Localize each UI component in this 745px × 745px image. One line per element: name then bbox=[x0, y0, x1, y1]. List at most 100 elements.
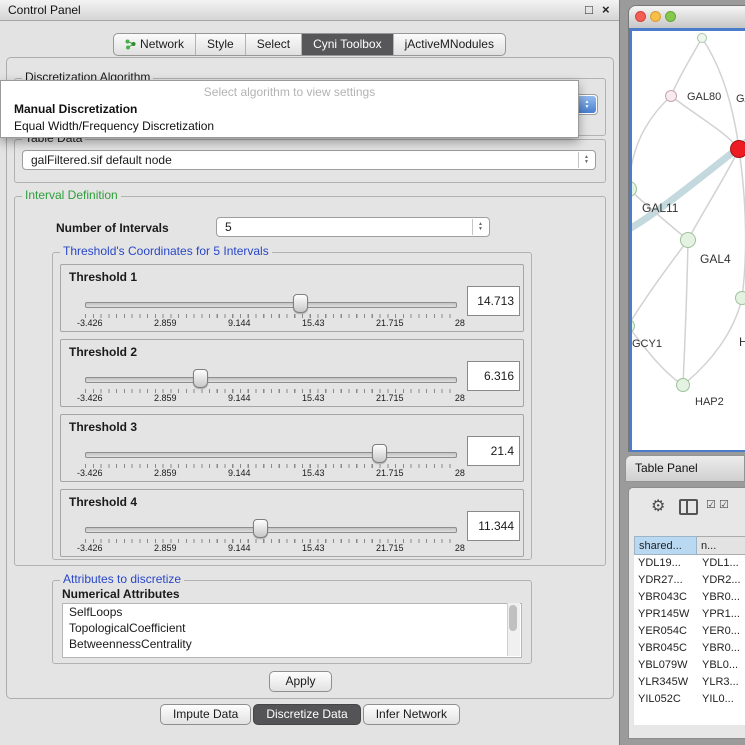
combo-stepper[interactable]: ▲ ▼ bbox=[578, 152, 594, 168]
tab-select[interactable]: Select bbox=[245, 34, 301, 55]
stepper-down-icon: ▼ bbox=[585, 105, 590, 110]
table-row[interactable]: YBR043CYBR0... bbox=[634, 589, 745, 606]
table-row[interactable]: YDL19...YDL1... bbox=[634, 555, 745, 572]
threshold-value-field[interactable]: 11.344 bbox=[467, 511, 520, 541]
control-panel-titlebar: Control Panel □ × bbox=[0, 0, 619, 21]
table-cell: YER0... bbox=[697, 623, 740, 640]
table-cell: YLR345W bbox=[634, 674, 697, 691]
tab-discretize-data[interactable]: Discretize Data bbox=[253, 704, 360, 725]
slider-thumb[interactable] bbox=[253, 519, 268, 538]
attribute-item[interactable]: TopologicalCoefficient bbox=[63, 620, 521, 636]
scale-label: 9.144 bbox=[228, 393, 251, 403]
network-node[interactable] bbox=[697, 33, 707, 43]
tab-cyni-toolbox[interactable]: Cyni Toolbox bbox=[301, 34, 392, 55]
table-cell: YBR0... bbox=[697, 640, 740, 657]
table-cell: YBR0... bbox=[697, 589, 740, 606]
checkbox-icon[interactable]: ☑ bbox=[706, 498, 716, 511]
table-cell: YDR2... bbox=[697, 572, 741, 589]
dropdown-item-equal-width[interactable]: Equal Width/Frequency Discretization bbox=[14, 119, 214, 133]
network-node[interactable] bbox=[735, 291, 745, 305]
table-header: shared... n... bbox=[634, 536, 745, 555]
slider-scale: -3.4262.8599.14415.4321.71528 bbox=[77, 543, 465, 553]
scrollbar-thumb[interactable] bbox=[509, 605, 517, 631]
slider-track[interactable] bbox=[85, 452, 457, 458]
threshold-value-field[interactable]: 6.316 bbox=[467, 361, 520, 391]
threshold-slider[interactable] bbox=[85, 519, 457, 537]
attribute-item[interactable]: SelfLoops bbox=[63, 604, 521, 620]
threshold-value-field[interactable]: 14.713 bbox=[467, 286, 520, 316]
scale-label: 15.43 bbox=[302, 543, 325, 553]
gear-icon[interactable]: ⚙ bbox=[651, 496, 665, 516]
number-of-intervals-label: Number of Intervals bbox=[56, 221, 169, 235]
close-icon[interactable]: × bbox=[602, 0, 610, 20]
zoom-traffic-light[interactable] bbox=[665, 11, 676, 22]
scale-label: 28 bbox=[455, 543, 465, 553]
tab-impute-data[interactable]: Impute Data bbox=[160, 704, 251, 725]
minimize-traffic-light[interactable] bbox=[650, 11, 661, 22]
threshold-slider[interactable] bbox=[85, 369, 457, 387]
checkbox-icon[interactable]: ☑ bbox=[719, 498, 729, 511]
columns-icon[interactable] bbox=[679, 499, 698, 515]
slider-thumb[interactable] bbox=[372, 444, 387, 463]
threshold-value-field[interactable]: 21.4 bbox=[467, 436, 520, 466]
close-traffic-light[interactable] bbox=[635, 11, 646, 22]
table-row[interactable]: YDR27...YDR2... bbox=[634, 572, 745, 589]
dropdown-item-manual[interactable]: Manual Discretization bbox=[14, 102, 137, 116]
interval-definition-group-title: Interval Definition bbox=[22, 189, 121, 202]
control-panel-window: Control Panel □ × Network Style Select C… bbox=[0, 0, 620, 745]
network-node[interactable] bbox=[665, 90, 677, 102]
scale-label: 2.859 bbox=[154, 468, 177, 478]
algorithm-dropdown: Select algorithm to view settings Manual… bbox=[0, 80, 579, 138]
network-view-frame: GAL80GAGAL11GAL4HGCY1HAP2 bbox=[629, 28, 745, 452]
tab-infer-network[interactable]: Infer Network bbox=[363, 704, 460, 725]
scale-label: 15.43 bbox=[302, 393, 325, 403]
threshold-slider[interactable] bbox=[85, 444, 457, 462]
network-node[interactable] bbox=[680, 232, 696, 248]
network-node[interactable] bbox=[676, 378, 690, 392]
combo-stepper[interactable]: ▲ ▼ bbox=[472, 219, 488, 235]
tab-style[interactable]: Style bbox=[195, 34, 245, 55]
column-header-shared-name[interactable]: shared... bbox=[634, 536, 697, 555]
tab-jactivemnodules[interactable]: jActiveMNodules bbox=[393, 34, 505, 55]
table-cell: YBL079W bbox=[634, 657, 697, 674]
scale-label: 28 bbox=[455, 393, 465, 403]
apply-button[interactable]: Apply bbox=[269, 671, 332, 692]
scale-label: 28 bbox=[455, 468, 465, 478]
slider-scale: -3.4262.8599.14415.4321.71528 bbox=[77, 393, 465, 403]
float-window-icon[interactable]: □ bbox=[585, 0, 593, 20]
combo-stepper[interactable]: ▲ ▼ bbox=[578, 96, 596, 113]
scale-label: 2.859 bbox=[154, 318, 177, 328]
threshold-slider[interactable] bbox=[85, 294, 457, 312]
table-row[interactable]: YER054CYER0... bbox=[634, 623, 745, 640]
network-node[interactable] bbox=[730, 140, 745, 158]
table-row[interactable]: YBL079WYBL0... bbox=[634, 657, 745, 674]
table-row[interactable]: YPR145WYPR1... bbox=[634, 606, 745, 623]
table-row[interactable]: YIL052CYIL0... bbox=[634, 691, 745, 708]
number-of-intervals-combo[interactable]: 5 ▲ ▼ bbox=[216, 217, 490, 237]
table-data-combo[interactable]: galFiltered.sif default node ▲ ▼ bbox=[22, 150, 596, 170]
threshold-panel: Threshold 2 -3.4262.8599.14415.4321.7152… bbox=[60, 339, 524, 407]
table-row[interactable]: YLR345WYLR3... bbox=[634, 674, 745, 691]
dropdown-placeholder: Select algorithm to view settings bbox=[1, 85, 578, 99]
tab-network[interactable]: Network bbox=[114, 34, 195, 55]
numerical-attributes-list: SelfLoopsTopologicalCoefficientBetweenne… bbox=[62, 603, 522, 658]
slider-track[interactable] bbox=[85, 377, 457, 383]
numerical-attributes-label: Numerical Attributes bbox=[62, 587, 180, 601]
list-scrollbar[interactable] bbox=[507, 603, 520, 656]
table-row[interactable]: YBR045CYBR0... bbox=[634, 640, 745, 657]
bottom-tabbar: Impute Data Discretize Data Infer Networ… bbox=[0, 704, 620, 725]
attribute-item[interactable]: BetweennessCentrality bbox=[63, 636, 521, 652]
column-header-name[interactable]: n... bbox=[697, 536, 745, 555]
scale-label: 9.144 bbox=[228, 468, 251, 478]
table-panel-title: Table Panel bbox=[635, 456, 698, 481]
slider-track[interactable] bbox=[85, 302, 457, 308]
scale-label: -3.426 bbox=[77, 393, 103, 403]
network-canvas[interactable]: GAL80GAGAL11GAL4HGCY1HAP2 bbox=[632, 31, 745, 450]
slider-thumb[interactable] bbox=[293, 294, 308, 313]
tab-label: Network bbox=[140, 34, 184, 55]
threshold-label: Threshold 4 bbox=[69, 495, 137, 509]
slider-track[interactable] bbox=[85, 527, 457, 533]
slider-thumb[interactable] bbox=[193, 369, 208, 388]
scale-label: 21.715 bbox=[376, 318, 404, 328]
tab-label: Style bbox=[207, 34, 234, 55]
